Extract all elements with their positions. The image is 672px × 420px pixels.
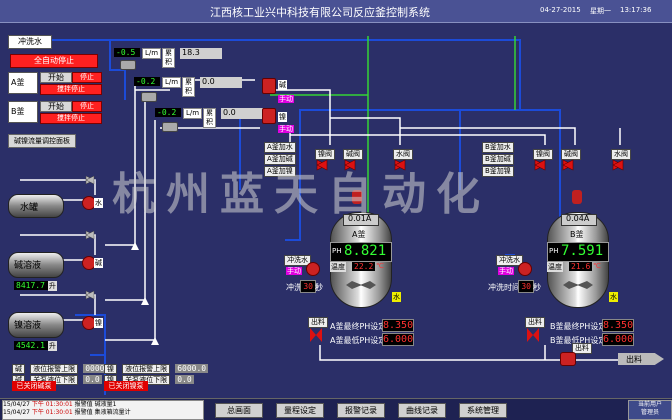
alarm-value[interactable]: 0.0 [83,375,102,384]
nickel-pump-off-status: 已关闭镍泵 [104,381,148,391]
reactor-a-ph-label: PH [332,247,342,255]
alarm-date: 15/04/27 [3,409,30,416]
water-pump-tag: 水 [94,198,103,208]
alarm-log-row: 15/04/27 下午 01:30:01 报警值 碱液量1 [3,401,203,409]
alkali-pump-tag: 碱 [94,258,103,268]
alarm-value[interactable]: 0.0 [175,375,194,384]
reactor-a-temp-unit: ℃ [376,262,384,270]
alkali-tank-label: 碱溶液 [14,261,42,271]
reactor-a-flush-time[interactable]: 30 [300,280,316,293]
current-user-box[interactable]: 当前用户 管理员 [628,400,672,420]
reactor-b-flush-time[interactable]: 30 [518,280,534,293]
alarm-log: 15/04/27 下午 01:30:01 报警值 碱液量1 15/04/27 下… [2,400,204,420]
nickel-level-readout: 4542.1 [14,341,48,350]
reactor-b-flush-valve[interactable] [518,262,532,276]
reactor-a-temp-label: 温度 [330,262,346,272]
reactor-a-manual[interactable]: 手动 [286,267,302,275]
current-user-label: 当前用户 [637,401,662,408]
discharge-out-label: 出料 [626,355,642,364]
reactor-b-temp: 21.6 [569,262,593,271]
alarm-time: 下午 01:30:01 [31,409,73,416]
reactor-b-flush-time-label: 冲洗时间 [488,283,520,292]
reactor-a-ph-min[interactable]: 6.000 [382,333,414,346]
reactor-b-level: 0.04A [566,214,590,223]
reactor-a-name: A釜 [352,230,366,239]
reactor-b-temp-label: 温度 [547,262,563,272]
watermark: 杭州蓝天自动化 [112,169,490,220]
current-user-name: 管理员 [640,409,659,416]
nav-system-button[interactable]: 系统管理 [459,403,507,418]
reactor-a-flush-time-unit: 秒 [315,283,323,292]
scada-screen: 江西核工业兴中科技有限公司反应釜控制系统 04-27-2015 星期一 13:1… [0,0,672,420]
reactor-b-ph: 7.591 [561,243,604,259]
nav-trend-button[interactable]: 曲线记录 [398,403,446,418]
alkali-level-unit: 升 [48,281,57,291]
nav-main-button[interactable]: 总画面 [215,403,263,418]
reactor-b-water-marker: 水 [609,292,618,302]
reactor-b-agitator-motor [572,190,582,204]
reactor-b-ph-min[interactable]: 6.000 [602,333,634,346]
nickel-level-unit: 升 [48,341,57,351]
reactor-a-ph: 8.821 [344,243,387,259]
reactor-b-ph-max-label: B釜最终PH设定 [550,322,607,331]
reactor-a-temp: 22.2 [352,262,376,271]
reactor-b-temp-unit: ℃ [593,262,601,270]
reactor-b-ph-label: PH [549,247,559,255]
nickel-pump-tag: 镍 [94,318,103,328]
alkali-level-readout: 8417.7 [14,281,48,290]
reactor-a-discharge-label: 出料 [308,317,328,328]
reactor-b-manual[interactable]: 手动 [498,267,514,275]
discharge-pump[interactable] [560,352,576,366]
alarm-msg: 集液箱流量计 [94,409,131,416]
reactor-a-ph-max-label: A釜最终PH设定 [330,322,387,331]
reactor-a-water-marker: 水 [392,292,401,302]
water-tank-label: 水罐 [20,203,39,213]
nav-alarm-button[interactable]: 报警记录 [337,403,385,418]
alarm-time: 下午 01:30:01 [31,401,73,408]
reactor-b-flush-time-unit: 秒 [533,283,541,292]
nickel-tank-label: 镍溶液 [14,321,42,331]
reactor-b-name: B釜 [570,230,584,239]
reactor-b-discharge-label: 出料 [525,317,545,328]
alarm-date: 15/04/27 [3,401,30,408]
alkali-pump-off-status: 已关闭碱泵 [12,381,56,391]
alarm-msg: 碱液量1 [94,401,117,408]
nav-range-button[interactable]: 量程设定 [276,403,324,418]
alarm-type: 报警值 [74,409,93,416]
reactor-a-ph-max[interactable]: 8.350 [382,319,414,332]
alarm-type: 报警值 [74,401,93,408]
reactor-a-ph-min-label: A釜最低PH设定 [330,336,387,345]
reactor-b-ph-max[interactable]: 8.350 [602,319,634,332]
alarm-log-row: 15/04/27 下午 01:30:01 报警值 集液箱流量计 [3,409,203,417]
reactor-a-flush-valve[interactable] [306,262,320,276]
